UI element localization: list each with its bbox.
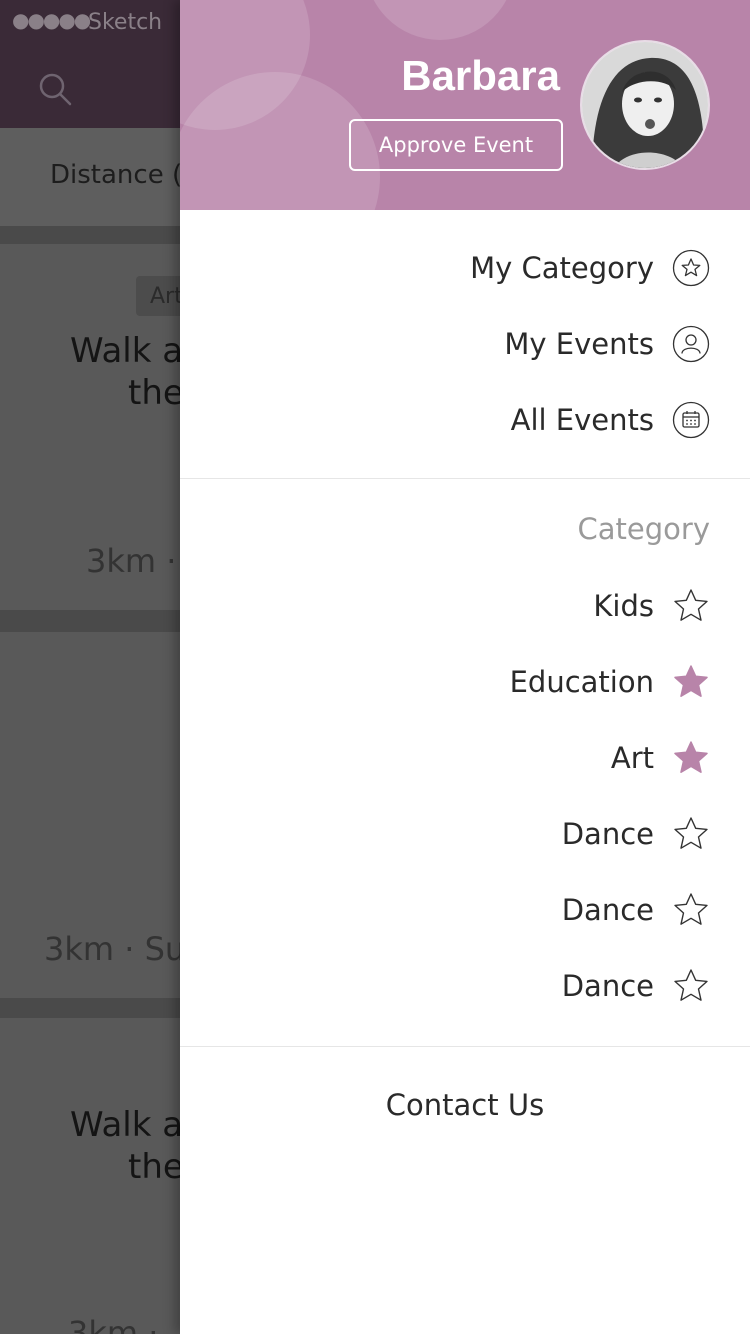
event-title-line: Walk a bbox=[70, 331, 184, 371]
star-outline-icon[interactable] bbox=[672, 891, 710, 929]
star-outline-icon[interactable] bbox=[672, 815, 710, 853]
category-item[interactable]: Dance bbox=[562, 956, 710, 1016]
filter-distance-label: Distance ( bbox=[50, 160, 183, 190]
category-label: Dance bbox=[561, 969, 654, 1003]
side-drawer: Barbara Approve Event My Category My Eve… bbox=[180, 0, 750, 1334]
user-circle-icon bbox=[672, 325, 710, 363]
category-item[interactable]: Dance bbox=[562, 804, 710, 864]
category-item[interactable]: Kids bbox=[593, 576, 710, 636]
signal-indicator: ●●●●● bbox=[12, 8, 91, 32]
menu-item-label: My Events bbox=[504, 327, 654, 361]
decorative-bubble bbox=[365, 0, 515, 40]
divider bbox=[180, 478, 750, 479]
menu-item-label: My Category bbox=[470, 251, 654, 285]
contact-us-link[interactable]: Contact Us bbox=[180, 1088, 750, 1122]
search-icon[interactable] bbox=[38, 72, 72, 106]
menu-item-my-events[interactable]: My Events bbox=[504, 314, 710, 374]
category-label: Dance bbox=[561, 817, 654, 851]
calendar-circle-icon bbox=[672, 401, 710, 439]
category-item[interactable]: Art bbox=[611, 728, 710, 788]
drawer-header: Barbara Approve Event bbox=[180, 0, 750, 210]
category-label: Art bbox=[610, 741, 654, 775]
menu-item-my-category[interactable]: My Category bbox=[470, 238, 710, 298]
user-name: Barbara bbox=[401, 52, 560, 99]
category-label: Dance bbox=[561, 893, 654, 927]
star-filled-icon[interactable] bbox=[672, 739, 710, 777]
star-outline-icon[interactable] bbox=[672, 967, 710, 1005]
carrier-name: Sketch bbox=[88, 10, 163, 35]
category-label: Education bbox=[509, 665, 654, 699]
event-meta: 3km · bbox=[68, 1314, 159, 1334]
star-circle-icon bbox=[672, 249, 710, 287]
category-item[interactable]: Education bbox=[510, 652, 710, 712]
menu-item-all-events[interactable]: All Events bbox=[511, 390, 710, 450]
avatar[interactable] bbox=[580, 40, 710, 170]
category-label: Kids bbox=[593, 589, 654, 623]
category-item[interactable]: Dance bbox=[562, 880, 710, 940]
approve-event-button[interactable]: Approve Event bbox=[349, 119, 563, 171]
divider bbox=[180, 1046, 750, 1047]
category-heading: Category bbox=[577, 512, 710, 546]
star-outline-icon[interactable] bbox=[672, 587, 710, 625]
menu-item-label: All Events bbox=[510, 403, 654, 437]
star-filled-icon[interactable] bbox=[672, 663, 710, 701]
avatar-photo-icon bbox=[582, 42, 708, 168]
event-title-line: Walk a bbox=[70, 1105, 184, 1145]
